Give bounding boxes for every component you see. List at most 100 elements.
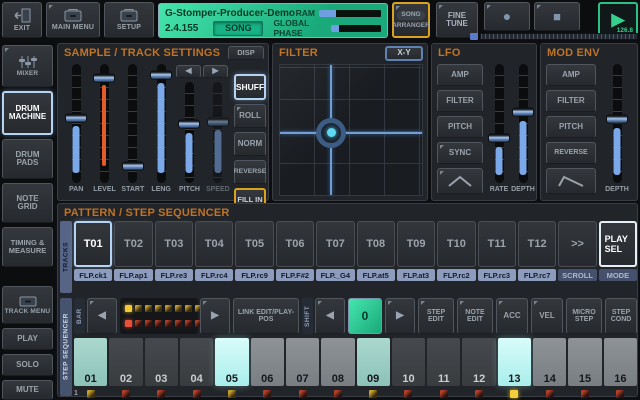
sample-slider-track-leng[interactable] [157, 64, 166, 183]
lfo-slider-track-rate[interactable] [495, 64, 504, 183]
step-pad-12[interactable]: 12 [462, 338, 495, 386]
sidebar-item-drum-machine[interactable]: DRUM MACHINE [2, 91, 53, 135]
track-button-t02[interactable]: T02 [114, 221, 152, 267]
shift-prev-button[interactable]: ◀ [315, 298, 345, 334]
step-pad-08[interactable]: 08 [321, 338, 354, 386]
step-cond-button[interactable]: STEP COND [605, 298, 637, 334]
sample-slider-track-pan[interactable] [72, 64, 81, 183]
mod-env-amp-button[interactable]: AMP [546, 64, 596, 86]
step-pad-02[interactable]: 02 [109, 338, 142, 386]
lfo-slider-depth[interactable]: DEPTH [511, 64, 535, 196]
reverse-button[interactable]: REVERSE [234, 160, 266, 184]
xy-mode-button[interactable]: X-Y [385, 46, 423, 61]
track-button-t09[interactable]: T09 [397, 221, 435, 267]
step-pad-11[interactable]: 11 [427, 338, 460, 386]
lfo-sync-button[interactable]: SYNC [437, 142, 483, 164]
track-button-t10[interactable]: T10 [437, 221, 475, 267]
normalize-button[interactable]: NORM [234, 132, 266, 156]
track-button-t06[interactable]: T06 [276, 221, 314, 267]
roll-button[interactable]: ROLL [234, 104, 266, 128]
slider-handle[interactable] [122, 162, 144, 171]
shuffle-button[interactable]: SHUFF [234, 74, 266, 100]
step-pad-05[interactable]: 05 [215, 338, 248, 386]
tracks-scroll-button[interactable]: >> [558, 221, 596, 267]
bar-prev-button[interactable]: ◀ [87, 298, 117, 334]
xy-puck[interactable] [316, 118, 346, 148]
pitch-speed-left-arrow-button[interactable]: ◀ [176, 65, 201, 78]
track-button-t04[interactable]: T04 [195, 221, 233, 267]
lfo-waveform-button[interactable] [437, 168, 483, 194]
velocity-button[interactable]: VEL [531, 298, 563, 334]
stop-button[interactable]: ■ [534, 2, 580, 31]
slider-handle[interactable] [488, 133, 510, 142]
sidebar-item-mute[interactable]: MUTE [2, 380, 53, 400]
step-pad-13[interactable]: 13 [498, 338, 531, 386]
slider-handle[interactable] [93, 74, 115, 83]
track-button-t11[interactable]: T11 [478, 221, 516, 267]
sample-slider-speed[interactable]: SPEED [204, 64, 232, 196]
sidebar-item-timing-measure[interactable]: TIMING & MEASURE [2, 227, 53, 267]
track-button-t01[interactable]: T01 [74, 221, 112, 267]
track-button-t03[interactable]: T03 [155, 221, 193, 267]
track-button-t12[interactable]: T12 [518, 221, 556, 267]
mod-env-slider-track-depth[interactable] [613, 64, 622, 183]
song-mode-button[interactable]: SONG [213, 21, 263, 36]
sample-slider-leng[interactable]: LENG [147, 64, 175, 196]
exit-button[interactable]: EXIT [2, 2, 42, 38]
step-pad-07[interactable]: 07 [286, 338, 319, 386]
step-pad-10[interactable]: 10 [392, 338, 425, 386]
sample-slider-pan[interactable]: PAN [62, 64, 90, 196]
step-pad-03[interactable]: 03 [145, 338, 178, 386]
step-pad-06[interactable]: 06 [251, 338, 284, 386]
song-position-bar[interactable] [470, 33, 638, 40]
accent-button[interactable]: ACC [496, 298, 528, 334]
sample-slider-track-speed[interactable] [213, 82, 222, 183]
sidebar-item-note-grid[interactable]: NOTE GRID [2, 183, 53, 223]
slider-handle[interactable] [150, 70, 172, 79]
step-pad-09[interactable]: 09 [357, 338, 390, 386]
step-pad-16[interactable]: 16 [604, 338, 637, 386]
sidebar-item-track-menu[interactable]: TRACK MENU [2, 286, 53, 324]
slider-handle[interactable] [178, 120, 200, 129]
sample-slider-level[interactable]: LEVEL [90, 64, 118, 196]
mod-env-shape-button[interactable] [546, 168, 596, 194]
song-arranger-button[interactable]: SONG ARRANGER [392, 2, 430, 38]
step-pad-01[interactable]: 01 [74, 338, 107, 386]
step-pad-14[interactable]: 14 [533, 338, 566, 386]
disp-button[interactable]: DISP [228, 46, 264, 60]
lfo-slider-track-depth[interactable] [519, 64, 528, 183]
sample-slider-track-level[interactable] [100, 64, 109, 183]
track-button-t05[interactable]: T05 [235, 221, 273, 267]
sample-slider-start[interactable]: START [119, 64, 147, 196]
track-button-t08[interactable]: T08 [357, 221, 395, 267]
step-pad-04[interactable]: 04 [180, 338, 213, 386]
record-button[interactable]: ● [484, 2, 530, 31]
slider-handle[interactable] [512, 107, 534, 116]
mod-env-slider-depth[interactable]: DEPTH [601, 64, 633, 196]
mod-env-filter-button[interactable]: FILTER [546, 90, 596, 112]
lfo-pitch-button[interactable]: PITCH [437, 116, 483, 138]
sidebar-item-mixer[interactable]: MIXER [2, 45, 53, 87]
sidebar-item-play[interactable]: PLAY [2, 328, 53, 350]
lfo-slider-rate[interactable]: RATE [487, 64, 511, 196]
slider-handle[interactable] [65, 113, 87, 122]
sample-slider-pitch[interactable]: PITCH [175, 64, 203, 196]
sample-slider-track-start[interactable] [128, 64, 137, 183]
play-sel-mode-button[interactable]: PLAY SEL [599, 221, 637, 267]
sidebar-item-drum-pads[interactable]: DRUM PADS [2, 139, 53, 179]
track-button-t07[interactable]: T07 [316, 221, 354, 267]
filter-xy-pad[interactable] [279, 64, 423, 196]
setup-button[interactable]: SETUP [104, 2, 154, 38]
micro-step-button[interactable]: MICRO STEP [566, 298, 602, 334]
lfo-filter-button[interactable]: FILTER [437, 90, 483, 112]
link-edit-playpos-button[interactable]: LINK EDIT/PLAY-POS [233, 298, 299, 334]
sidebar-item-solo[interactable]: SOLO [2, 354, 53, 376]
step-pad-15[interactable]: 15 [568, 338, 601, 386]
lfo-amp-button[interactable]: AMP [437, 64, 483, 86]
pitch-speed-right-arrow-button[interactable]: ▶ [203, 65, 228, 78]
slider-handle[interactable] [606, 114, 628, 123]
shift-next-button[interactable]: ▶ [385, 298, 415, 334]
mod-env-pitch-button[interactable]: PITCH [546, 116, 596, 138]
note-edit-button[interactable]: NOTE EDIT [457, 298, 493, 334]
main-menu-button[interactable]: MAIN MENU [46, 2, 100, 38]
